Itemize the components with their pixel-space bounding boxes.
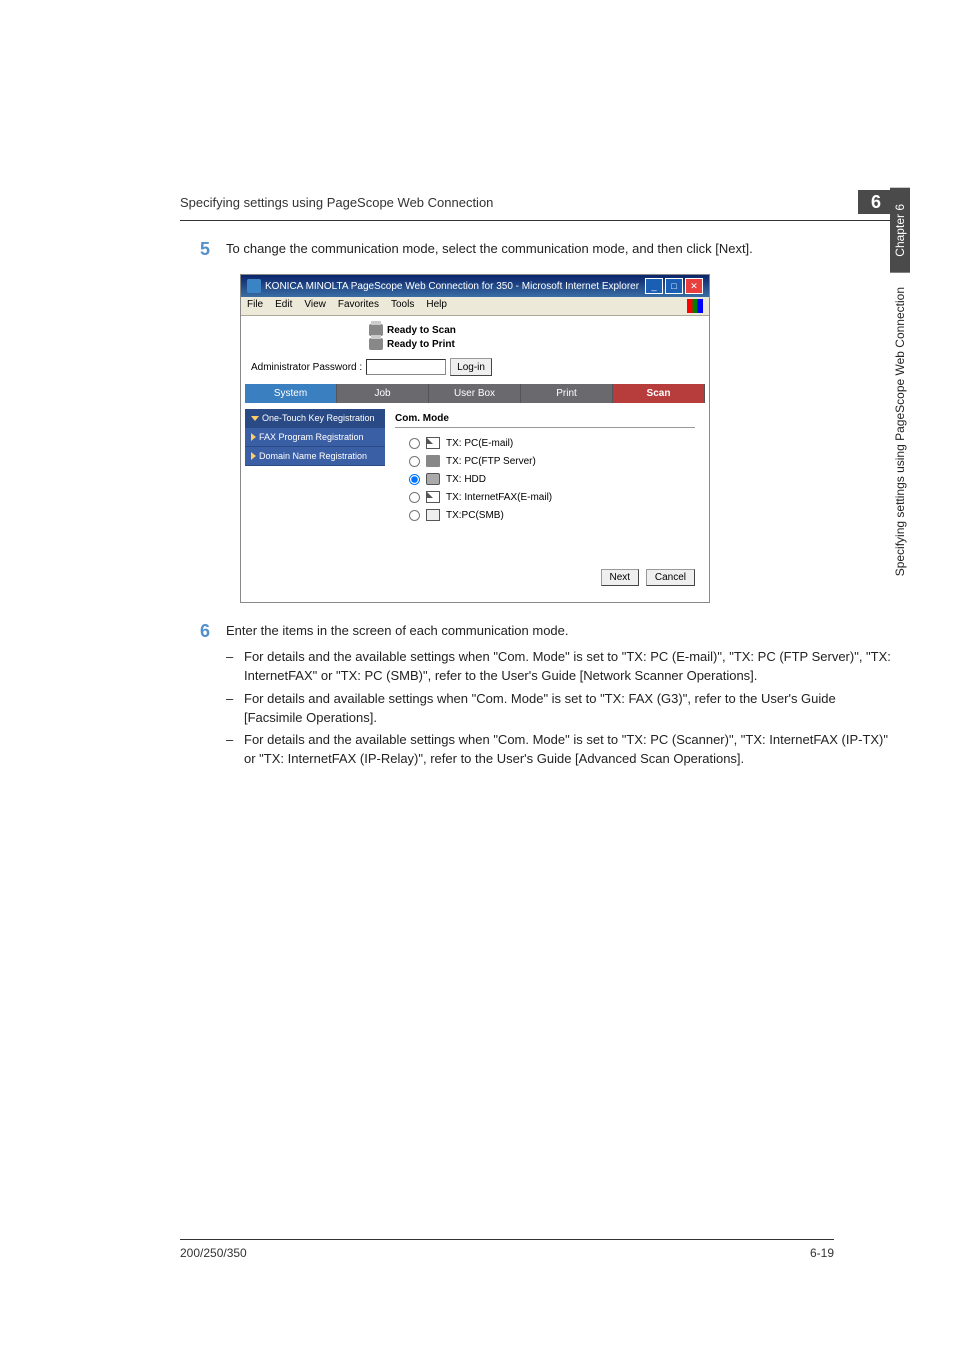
admin-password-label: Administrator Password : [251, 362, 362, 373]
next-button[interactable]: Next [601, 569, 640, 586]
sidebar-item-faxprogram[interactable]: FAX Program Registration [245, 428, 385, 447]
titlebar: KONICA MINOLTA PageScope Web Connection … [241, 275, 709, 297]
label-tx-pc-email: TX: PC(E-mail) [446, 438, 513, 449]
ie-icon [247, 279, 261, 293]
radio-tx-pc-smb[interactable] [409, 510, 420, 521]
status-ready-scan: Ready to Scan [369, 324, 456, 336]
radio-tx-internetfax[interactable] [409, 492, 420, 503]
ie-window: KONICA MINOLTA PageScope Web Connection … [240, 274, 710, 603]
menu-view[interactable]: View [304, 299, 326, 313]
panel-heading: Com. Mode [395, 413, 695, 428]
label-tx-pc-smb: TX:PC(SMB) [446, 510, 504, 521]
close-button[interactable]: ✕ [685, 278, 703, 294]
login-button[interactable]: Log-in [450, 358, 492, 376]
ie-menubar: File Edit View Favorites Tools Help [241, 297, 709, 316]
cancel-button[interactable]: Cancel [646, 569, 695, 586]
chevron-right-icon [251, 433, 256, 441]
menu-help[interactable]: Help [426, 299, 447, 313]
label-tx-hdd: TX: HDD [446, 474, 486, 485]
radio-tx-pc-email[interactable] [409, 438, 420, 449]
ie-flag-icon [687, 299, 703, 313]
hdd-icon [426, 473, 440, 485]
printer-icon [369, 338, 383, 350]
smb-icon [426, 509, 440, 521]
step-text-5: To change the communication mode, select… [226, 239, 753, 260]
maximize-button[interactable]: □ [665, 278, 683, 294]
tab-job[interactable]: Job [337, 384, 429, 403]
menu-tools[interactable]: Tools [391, 299, 414, 313]
window-title: KONICA MINOLTA PageScope Web Connection … [265, 281, 639, 292]
tab-print[interactable]: Print [521, 384, 613, 403]
tab-system[interactable]: System [245, 384, 337, 403]
sidebar-item-domain[interactable]: Domain Name Registration [245, 447, 385, 466]
tab-userbox[interactable]: User Box [429, 384, 521, 403]
step-number-5: 5 [180, 239, 210, 260]
radio-tx-hdd[interactable] [409, 474, 420, 485]
mail-icon [426, 491, 440, 503]
menu-file[interactable]: File [247, 299, 263, 313]
side-chapter-title: Specifying settings using PageScope Web … [890, 273, 910, 590]
step6-bullet-2: For details and available settings when … [226, 690, 894, 728]
header-breadcrumb: Specifying settings using PageScope Web … [180, 195, 493, 210]
page-footer: 200/250/350 6-19 [180, 1239, 834, 1260]
admin-password-input[interactable] [366, 359, 446, 375]
footer-model: 200/250/350 [180, 1246, 247, 1260]
label-tx-internetfax: TX: InternetFAX(E-mail) [446, 492, 552, 503]
side-chapter-label: Chapter 6 [890, 188, 910, 273]
ftp-icon [426, 455, 440, 467]
radio-tx-pc-ftp[interactable] [409, 456, 420, 467]
mail-icon [426, 437, 440, 449]
minimize-button[interactable]: _ [645, 278, 663, 294]
page-header: Specifying settings using PageScope Web … [180, 190, 894, 221]
tab-scan[interactable]: Scan [613, 384, 705, 403]
side-tab: Chapter 6 Specifying settings using Page… [888, 188, 912, 590]
footer-pagenum: 6-19 [810, 1246, 834, 1260]
menu-favorites[interactable]: Favorites [338, 299, 379, 313]
sidebar-item-onetouch[interactable]: One-Touch Key Registration [245, 409, 385, 428]
chevron-right-icon [251, 452, 256, 460]
label-tx-pc-ftp: TX: PC(FTP Server) [446, 456, 536, 467]
step-text-6: Enter the items in the screen of each co… [226, 621, 569, 642]
step6-bullet-1: For details and the available settings w… [226, 648, 894, 686]
menu-edit[interactable]: Edit [275, 299, 292, 313]
step6-bullet-3: For details and the available settings w… [226, 731, 894, 769]
chevron-down-icon [251, 416, 259, 421]
step-number-6: 6 [180, 621, 210, 642]
status-ready-print: Ready to Print [369, 338, 456, 350]
